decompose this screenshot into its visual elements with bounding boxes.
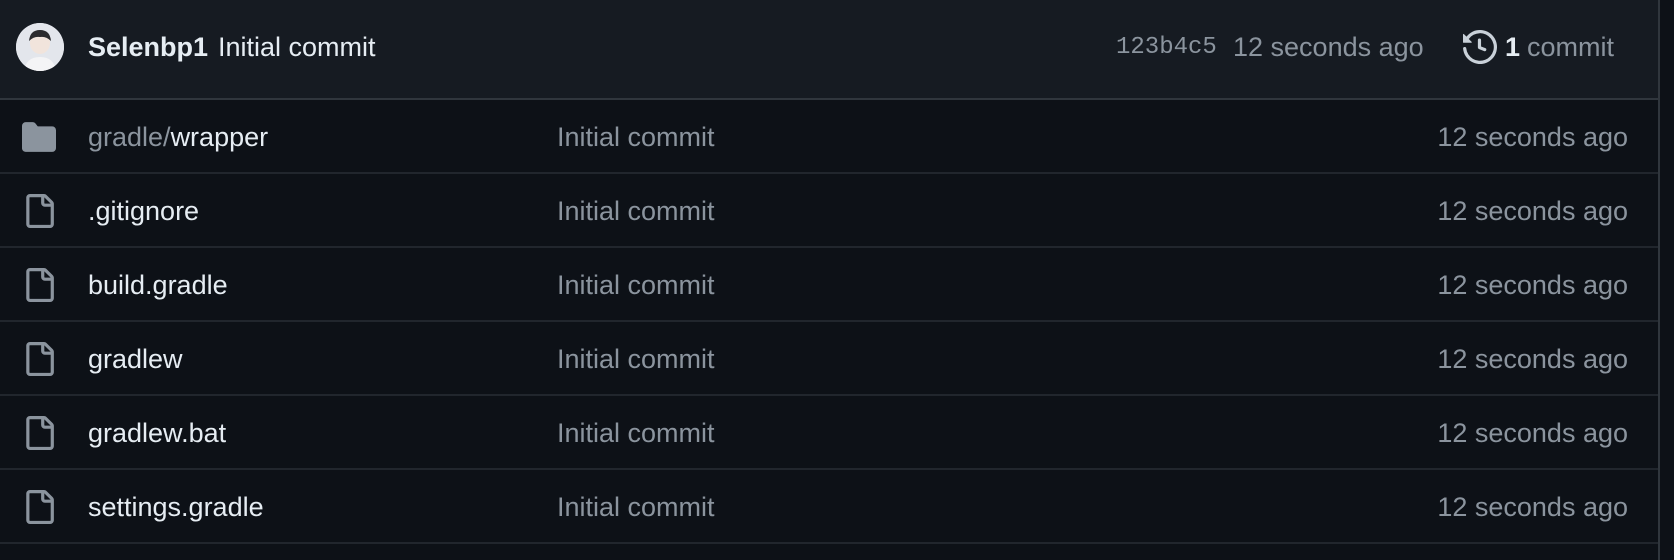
file-name-text[interactable]: gradlew — [88, 344, 183, 374]
file-name-text[interactable]: .gitignore — [88, 196, 199, 226]
file-commit-message-link[interactable]: Initial commit — [557, 344, 715, 375]
file-commit-time: 12 seconds ago — [1437, 122, 1628, 152]
file-commit-message-link[interactable]: Initial commit — [557, 270, 715, 301]
file-name-text[interactable]: build.gradle — [88, 270, 228, 300]
file-browser: Selenbp1 Initial commit 123b4c5 12 secon… — [0, 0, 1660, 560]
file-name-text[interactable]: gradlew.bat — [88, 418, 226, 448]
file-row-gitignore[interactable]: .gitignore Initial commit 12 seconds ago — [0, 174, 1658, 248]
file-name-prefix[interactable]: gradle/ — [88, 122, 171, 152]
file-row-settings-gradle[interactable]: settings.gradle Initial commit 12 second… — [0, 470, 1658, 544]
file-row-gradlew[interactable]: gradlew Initial commit 12 seconds ago — [0, 322, 1658, 396]
file-icon — [22, 490, 56, 524]
file-commit-message-link[interactable]: Initial commit — [557, 196, 715, 227]
file-icon — [22, 268, 56, 302]
file-icon — [22, 342, 56, 376]
file-commit-time: 12 seconds ago — [1437, 492, 1628, 522]
file-name-link[interactable]: gradlew — [88, 344, 183, 375]
commit-count[interactable]: 1 — [1505, 32, 1520, 63]
file-row-gradlew-bat[interactable]: gradlew.bat Initial commit 12 seconds ag… — [0, 396, 1658, 470]
commit-message-link[interactable]: Initial commit — [218, 32, 376, 63]
file-commit-time: 12 seconds ago — [1437, 196, 1628, 226]
file-commit-time: 12 seconds ago — [1437, 344, 1628, 374]
commit-author-link[interactable]: Selenbp1 — [88, 32, 208, 63]
file-name-text[interactable]: settings.gradle — [88, 492, 264, 522]
commit-count-label[interactable]: commit — [1527, 32, 1614, 63]
history-icon[interactable] — [1463, 29, 1498, 65]
file-commit-time: 12 seconds ago — [1437, 418, 1628, 448]
file-commit-message-link[interactable]: Initial commit — [557, 492, 715, 523]
file-name-text[interactable]: wrapper — [171, 122, 269, 152]
file-commit-message-link[interactable]: Initial commit — [557, 418, 715, 449]
file-name-link[interactable]: gradlew.bat — [88, 418, 226, 449]
file-name-link[interactable]: gradle/wrapper — [88, 122, 268, 153]
file-icon — [22, 416, 56, 450]
author-avatar[interactable] — [16, 23, 64, 71]
file-row-wrapper[interactable]: gradle/wrapper Initial commit 12 seconds… — [0, 100, 1658, 174]
file-name-link[interactable]: settings.gradle — [88, 492, 264, 523]
file-icon — [22, 194, 56, 228]
latest-commit-bar: Selenbp1 Initial commit 123b4c5 12 secon… — [0, 0, 1658, 100]
commit-sha-link[interactable]: 123b4c5 — [1116, 34, 1217, 61]
folder-icon — [22, 120, 56, 154]
file-name-link[interactable]: build.gradle — [88, 270, 228, 301]
file-row-build-gradle[interactable]: build.gradle Initial commit 12 seconds a… — [0, 248, 1658, 322]
file-commit-time: 12 seconds ago — [1437, 270, 1628, 300]
commit-time: 12 seconds ago — [1233, 32, 1424, 62]
file-name-link[interactable]: .gitignore — [88, 196, 199, 227]
file-commit-message-link[interactable]: Initial commit — [557, 122, 715, 153]
